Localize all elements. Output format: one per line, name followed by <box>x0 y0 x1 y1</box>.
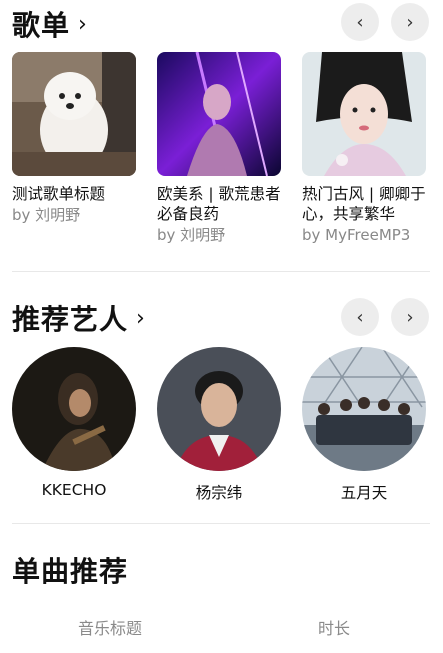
artist-avatar <box>157 347 281 471</box>
artists-prev-button[interactable]: ‹ <box>341 298 379 336</box>
artist-card[interactable]: KKECHO <box>12 347 136 499</box>
artist-avatar <box>12 347 136 471</box>
artist-card[interactable]: 杨宗纬 <box>157 347 281 503</box>
playlist-title: 测试歌单标题 <box>12 185 106 203</box>
playlist-author: by 刘明野 <box>12 206 81 224</box>
section-divider <box>12 271 430 272</box>
column-header-duration: 时长 <box>318 619 351 638</box>
artist-card[interactable]: 五月天 <box>302 347 426 503</box>
artist-name: KKECHO <box>41 481 107 499</box>
chevron-right-icon: › <box>406 306 414 328</box>
playlist-card[interactable]: 欧美系 | 歌荒患者必备良药 by 刘明野 <box>157 52 281 245</box>
chevron-right-icon: › <box>406 11 414 33</box>
chevron-left-icon: ‹ <box>356 11 364 33</box>
artists-next-button[interactable]: › <box>391 298 429 336</box>
chevron-right-icon: › <box>78 11 88 37</box>
playlist-author: by MyFreeMP3 <box>302 226 411 244</box>
songs-title-text: 单曲推荐 <box>12 555 129 588</box>
chevron-right-icon: › <box>136 305 146 331</box>
section-divider <box>12 523 430 524</box>
playlist-cover-image <box>12 52 136 176</box>
playlists-prev-button[interactable]: ‹ <box>341 3 379 41</box>
chevron-left-icon: ‹ <box>356 306 364 328</box>
artist-avatar <box>302 347 426 471</box>
playlists-next-button[interactable]: › <box>391 3 429 41</box>
artists-title-text: 推荐艺人 <box>12 303 129 336</box>
playlist-title: 欧美系 | 歌荒患者必备良药 <box>157 185 281 223</box>
playlists-title-text: 歌单 <box>12 9 71 42</box>
playlist-card[interactable]: 热门古风 | 卿卿于心，共享繁华 by MyFreeMP3 <box>302 52 426 245</box>
artists-section-title[interactable]: 推荐艺人 › <box>12 298 146 338</box>
playlist-author: by 刘明野 <box>157 226 226 244</box>
playlists-section-title[interactable]: 歌单 › <box>12 4 88 44</box>
playlist-cover-image <box>302 52 426 176</box>
songs-section-title: 单曲推荐 <box>12 550 128 590</box>
playlist-cover-image <box>157 52 281 176</box>
column-header-title: 音乐标题 <box>78 619 143 638</box>
artist-name: 五月天 <box>340 484 388 502</box>
artist-name: 杨宗纬 <box>195 484 243 502</box>
playlist-card[interactable]: 测试歌单标题 by 刘明野 <box>12 52 136 225</box>
playlist-title: 热门古风 | 卿卿于心，共享繁华 <box>302 185 426 223</box>
